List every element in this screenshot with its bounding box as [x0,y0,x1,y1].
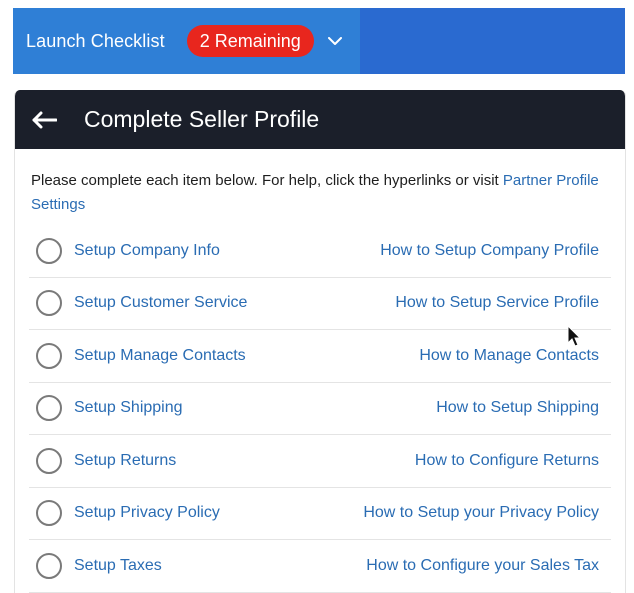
checklist-row: Setup Manage Contacts How to Manage Cont… [29,330,611,383]
chevron-down-icon[interactable] [324,30,346,52]
task-link[interactable]: Setup Shipping [74,399,436,417]
task-link[interactable]: Setup Returns [74,452,415,470]
checkbox-circle[interactable] [36,447,62,474]
seller-profile-panel: Complete Seller Profile Please complete … [14,90,626,593]
page-title: Complete Seller Profile [84,106,320,132]
task-link[interactable]: Setup Company Info [74,242,380,260]
checkbox-circle[interactable] [36,552,62,579]
mouse-cursor-icon [567,325,582,347]
help-link[interactable]: How to Manage Contacts [419,347,599,365]
task-link[interactable]: Setup Manage Contacts [74,347,419,365]
help-link[interactable]: How to Setup Shipping [436,399,599,417]
checklist-row: Setup Privacy Policy How to Setup your P… [29,488,611,540]
intro-text-body: Please complete each item below. For hel… [31,172,503,189]
checkbox-circle[interactable] [36,237,62,264]
checkbox-circle[interactable] [36,395,62,422]
launch-checklist-bar[interactable]: Launch Checklist 2 Remaining [13,8,625,74]
help-link[interactable]: How to Setup your Privacy Policy [363,504,599,522]
help-link[interactable]: How to Configure your Sales Tax [366,557,599,575]
task-link[interactable]: Setup Privacy Policy [74,504,363,522]
checklist: Setup Company Info How to Setup Company … [29,225,611,593]
checklist-row: Setup Taxes How to Configure your Sales … [29,540,611,593]
task-link[interactable]: Setup Taxes [74,557,366,575]
checklist-row: Setup Company Info How to Setup Company … [29,225,611,278]
help-link[interactable]: How to Configure Returns [415,452,599,470]
launch-bar-right-region [360,8,625,74]
checkbox-circle[interactable] [36,500,62,527]
checkbox-circle[interactable] [36,290,62,317]
remaining-badge: 2 Remaining [186,25,314,57]
help-link[interactable]: How to Setup Company Profile [380,242,599,260]
launch-checklist-title[interactable]: Launch Checklist [26,31,165,52]
back-arrow-icon[interactable] [30,109,58,131]
help-link[interactable]: How to Setup Service Profile [395,294,599,312]
checkbox-circle[interactable] [36,342,62,369]
intro-text: Please complete each item below. For hel… [15,149,625,217]
panel-header: Complete Seller Profile [15,90,625,149]
checklist-row: Setup Returns How to Configure Returns [29,435,611,488]
task-link[interactable]: Setup Customer Service [74,294,395,312]
checklist-row: Setup Shipping How to Setup Shipping [29,383,611,435]
checklist-row: Setup Customer Service How to Setup Serv… [29,278,611,330]
